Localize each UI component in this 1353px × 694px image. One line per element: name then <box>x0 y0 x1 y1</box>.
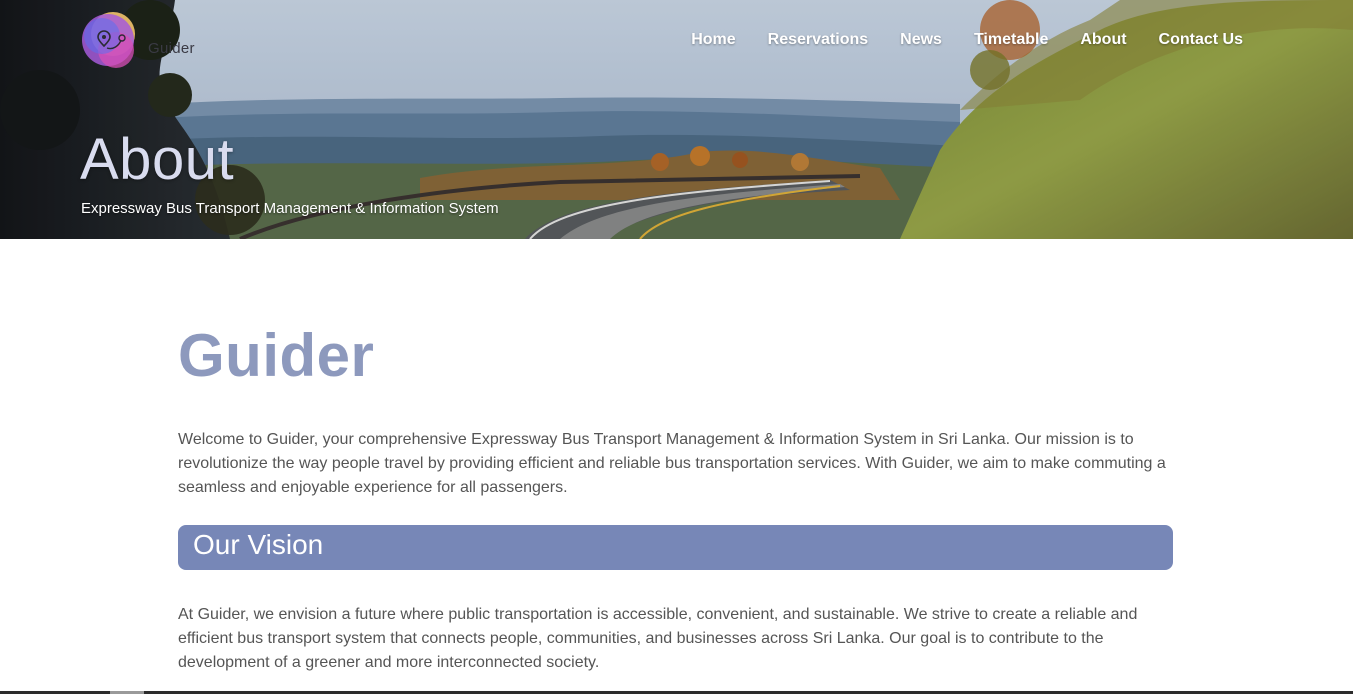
vision-section-header: Our Vision <box>178 525 1173 570</box>
brand-heading: Guider <box>178 322 375 389</box>
page-title: About <box>80 127 235 192</box>
hero-banner: Guider Home Reservations News Timetable … <box>0 0 1353 239</box>
nav-contact-us[interactable]: Contact Us <box>1159 31 1243 49</box>
vision-title: Our Vision <box>193 529 324 560</box>
nav-home[interactable]: Home <box>691 31 735 49</box>
logo-text: Guider <box>148 40 195 57</box>
nav-timetable[interactable]: Timetable <box>974 31 1048 49</box>
intro-paragraph: Welcome to Guider, your comprehensive Ex… <box>178 431 1166 496</box>
vision-paragraph: At Guider, we envision a future where pu… <box>178 606 1138 671</box>
site-logo[interactable]: Guider <box>80 10 210 70</box>
nav-reservations[interactable]: Reservations <box>768 31 869 49</box>
page-subtitle: Expressway Bus Transport Management & In… <box>81 200 499 217</box>
nav-news[interactable]: News <box>900 31 942 49</box>
main-nav: Home Reservations News Timetable About C… <box>659 31 1243 49</box>
nav-about[interactable]: About <box>1080 31 1126 49</box>
logo-mark-icon <box>82 12 135 68</box>
